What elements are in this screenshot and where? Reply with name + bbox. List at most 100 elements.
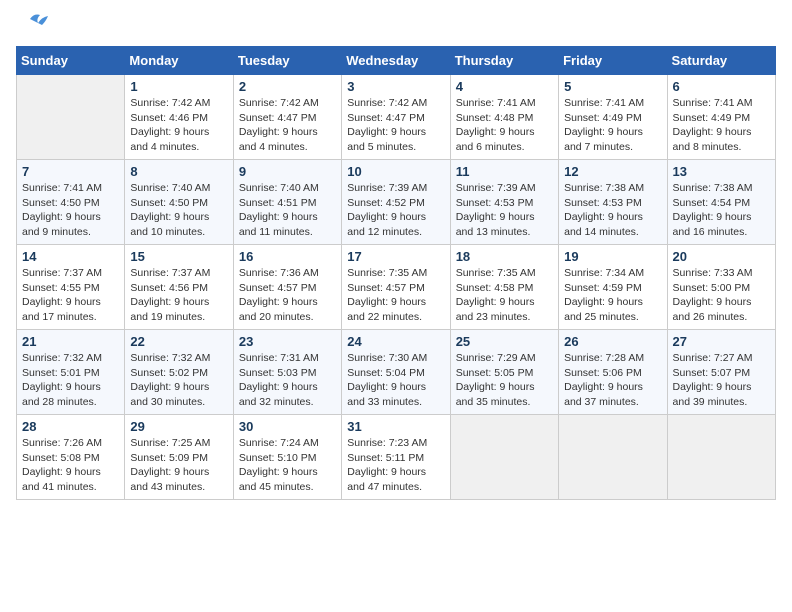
day-info: Sunrise: 7:31 AM Sunset: 5:03 PM Dayligh… [239, 351, 336, 410]
calendar-cell: 5Sunrise: 7:41 AM Sunset: 4:49 PM Daylig… [559, 75, 667, 160]
day-info: Sunrise: 7:38 AM Sunset: 4:53 PM Dayligh… [564, 181, 661, 240]
calendar-cell: 21 Sunrise: 7:32 AM Sunset: 5:01 PM Dayli… [17, 330, 125, 415]
calendar-week-row: 7 Sunrise: 7:41 AM Sunset: 4:50 PM Daylig… [17, 160, 776, 245]
day-number: 29 [130, 419, 227, 434]
day-info: Sunrise: 7:23 AM Sunset: 5:11 PM Dayligh… [347, 436, 444, 495]
day-number: 2 [239, 79, 336, 94]
calendar-cell: 6Sunrise: 7:41 AM Sunset: 4:49 PM Daylig… [667, 75, 775, 160]
calendar-cell: 12 Sunrise: 7:38 AM Sunset: 4:53 PM Dayli… [559, 160, 667, 245]
day-of-week-header: Monday [125, 47, 233, 75]
day-number: 5 [564, 79, 661, 94]
day-info: Sunrise: 7:40 AM Sunset: 4:50 PM Dayligh… [130, 181, 227, 240]
calendar-cell: 7 Sunrise: 7:41 AM Sunset: 4:50 PM Daylig… [17, 160, 125, 245]
calendar-week-row: 28 Sunrise: 7:26 AM Sunset: 5:08 PM Dayli… [17, 415, 776, 500]
day-of-week-header: Friday [559, 47, 667, 75]
day-info: Sunrise: 7:32 AM Sunset: 5:01 PM Dayligh… [22, 351, 119, 410]
page-header [16, 16, 776, 38]
day-number: 16 [239, 249, 336, 264]
day-number: 8 [130, 164, 227, 179]
calendar-cell: 31 Sunrise: 7:23 AM Sunset: 5:11 PM Dayli… [342, 415, 450, 500]
day-number: 24 [347, 334, 444, 349]
day-number: 25 [456, 334, 553, 349]
calendar-cell: 11Sunrise: 7:39 AM Sunset: 4:53 PM Dayli… [450, 160, 558, 245]
day-info: Sunrise: 7:42 AM Sunset: 4:47 PM Dayligh… [239, 96, 336, 155]
day-number: 17 [347, 249, 444, 264]
calendar-cell: 15 Sunrise: 7:37 AM Sunset: 4:56 PM Dayli… [125, 245, 233, 330]
calendar-cell: 27Sunrise: 7:27 AM Sunset: 5:07 PM Dayli… [667, 330, 775, 415]
day-number: 22 [130, 334, 227, 349]
day-number: 31 [347, 419, 444, 434]
day-info: Sunrise: 7:28 AM Sunset: 5:06 PM Dayligh… [564, 351, 661, 410]
calendar-cell: 28 Sunrise: 7:26 AM Sunset: 5:08 PM Dayli… [17, 415, 125, 500]
day-info: Sunrise: 7:25 AM Sunset: 5:09 PM Dayligh… [130, 436, 227, 495]
day-number: 13 [673, 164, 770, 179]
day-of-week-header: Wednesday [342, 47, 450, 75]
calendar-cell: 29 Sunrise: 7:25 AM Sunset: 5:09 PM Dayli… [125, 415, 233, 500]
day-info: Sunrise: 7:35 AM Sunset: 4:57 PM Dayligh… [347, 266, 444, 325]
day-number: 11 [456, 164, 553, 179]
day-number: 9 [239, 164, 336, 179]
day-number: 26 [564, 334, 661, 349]
calendar-cell: 26 Sunrise: 7:28 AM Sunset: 5:06 PM Dayli… [559, 330, 667, 415]
day-number: 12 [564, 164, 661, 179]
day-info: Sunrise: 7:38 AM Sunset: 4:54 PM Dayligh… [673, 181, 770, 240]
day-number: 4 [456, 79, 553, 94]
day-info: Sunrise: 7:41 AM Sunset: 4:50 PM Dayligh… [22, 181, 119, 240]
days-of-week-row: SundayMondayTuesdayWednesdayThursdayFrid… [17, 47, 776, 75]
day-info: Sunrise: 7:41 AM Sunset: 4:48 PM Dayligh… [456, 96, 553, 155]
day-info: Sunrise: 7:33 AM Sunset: 5:00 PM Dayligh… [673, 266, 770, 325]
day-info: Sunrise: 7:37 AM Sunset: 4:55 PM Dayligh… [22, 266, 119, 325]
calendar-cell: 24 Sunrise: 7:30 AM Sunset: 5:04 PM Dayli… [342, 330, 450, 415]
day-number: 6 [673, 79, 770, 94]
calendar-cell: 14 Sunrise: 7:37 AM Sunset: 4:55 PM Dayli… [17, 245, 125, 330]
day-number: 3 [347, 79, 444, 94]
calendar-cell: 3 Sunrise: 7:42 AM Sunset: 4:47 PM Daylig… [342, 75, 450, 160]
calendar-cell: 19 Sunrise: 7:34 AM Sunset: 4:59 PM Dayli… [559, 245, 667, 330]
day-of-week-header: Sunday [17, 47, 125, 75]
day-info: Sunrise: 7:30 AM Sunset: 5:04 PM Dayligh… [347, 351, 444, 410]
day-info: Sunrise: 7:29 AM Sunset: 5:05 PM Dayligh… [456, 351, 553, 410]
calendar-cell [450, 415, 558, 500]
day-info: Sunrise: 7:42 AM Sunset: 4:46 PM Dayligh… [130, 96, 227, 155]
calendar-cell: 1 Sunrise: 7:42 AM Sunset: 4:46 PM Daylig… [125, 75, 233, 160]
calendar-cell: 10Sunrise: 7:39 AM Sunset: 4:52 PM Dayli… [342, 160, 450, 245]
calendar-cell: 25 Sunrise: 7:29 AM Sunset: 5:05 PM Dayli… [450, 330, 558, 415]
calendar-cell [17, 75, 125, 160]
day-of-week-header: Thursday [450, 47, 558, 75]
calendar-cell: 30Sunrise: 7:24 AM Sunset: 5:10 PM Dayli… [233, 415, 341, 500]
day-number: 7 [22, 164, 119, 179]
day-number: 30 [239, 419, 336, 434]
calendar-cell: 22 Sunrise: 7:32 AM Sunset: 5:02 PM Dayli… [125, 330, 233, 415]
calendar-cell: 16 Sunrise: 7:36 AM Sunset: 4:57 PM Dayli… [233, 245, 341, 330]
day-info: Sunrise: 7:32 AM Sunset: 5:02 PM Dayligh… [130, 351, 227, 410]
day-of-week-header: Tuesday [233, 47, 341, 75]
calendar-cell: 18 Sunrise: 7:35 AM Sunset: 4:58 PM Dayli… [450, 245, 558, 330]
day-number: 27 [673, 334, 770, 349]
day-number: 21 [22, 334, 119, 349]
calendar-table: SundayMondayTuesdayWednesdayThursdayFrid… [16, 46, 776, 500]
logo-bird-icon [20, 11, 48, 33]
calendar-cell: 8 Sunrise: 7:40 AM Sunset: 4:50 PM Daylig… [125, 160, 233, 245]
day-number: 23 [239, 334, 336, 349]
day-info: Sunrise: 7:37 AM Sunset: 4:56 PM Dayligh… [130, 266, 227, 325]
day-info: Sunrise: 7:34 AM Sunset: 4:59 PM Dayligh… [564, 266, 661, 325]
calendar-week-row: 21 Sunrise: 7:32 AM Sunset: 5:01 PM Dayli… [17, 330, 776, 415]
day-number: 28 [22, 419, 119, 434]
day-number: 19 [564, 249, 661, 264]
calendar-cell: 2 Sunrise: 7:42 AM Sunset: 4:47 PM Daylig… [233, 75, 341, 160]
day-info: Sunrise: 7:42 AM Sunset: 4:47 PM Dayligh… [347, 96, 444, 155]
day-number: 20 [673, 249, 770, 264]
day-info: Sunrise: 7:26 AM Sunset: 5:08 PM Dayligh… [22, 436, 119, 495]
day-info: Sunrise: 7:36 AM Sunset: 4:57 PM Dayligh… [239, 266, 336, 325]
day-of-week-header: Saturday [667, 47, 775, 75]
day-number: 14 [22, 249, 119, 264]
day-number: 1 [130, 79, 227, 94]
calendar-cell: 13 Sunrise: 7:38 AM Sunset: 4:54 PM Dayli… [667, 160, 775, 245]
day-info: Sunrise: 7:35 AM Sunset: 4:58 PM Dayligh… [456, 266, 553, 325]
day-info: Sunrise: 7:39 AM Sunset: 4:52 PM Dayligh… [347, 181, 444, 240]
day-number: 15 [130, 249, 227, 264]
calendar-week-row: 14 Sunrise: 7:37 AM Sunset: 4:55 PM Dayli… [17, 245, 776, 330]
calendar-cell [667, 415, 775, 500]
day-number: 18 [456, 249, 553, 264]
calendar-cell: 20 Sunrise: 7:33 AM Sunset: 5:00 PM Dayli… [667, 245, 775, 330]
